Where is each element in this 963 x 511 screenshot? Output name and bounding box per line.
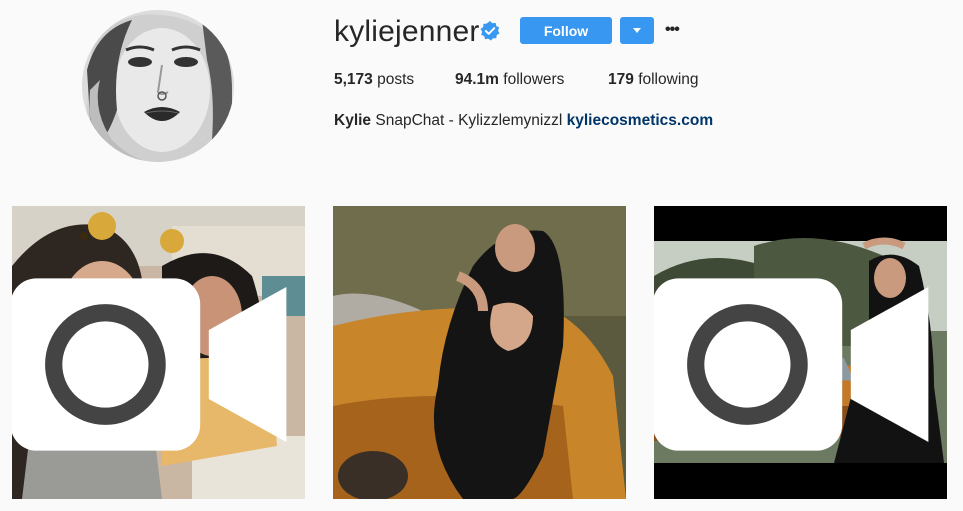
posts-number: 5,173 xyxy=(334,71,373,88)
followers-link[interactable]: 94.1m followers xyxy=(455,70,564,90)
post-thumbnail-1[interactable] xyxy=(12,206,305,499)
post-thumbnail-2[interactable] xyxy=(333,206,626,499)
posts-count: 5,173 posts xyxy=(334,70,414,90)
more-options-icon[interactable]: ••• xyxy=(665,21,683,39)
video-icon xyxy=(654,278,929,451)
following-number: 179 xyxy=(608,71,634,88)
posts-label: posts xyxy=(377,71,415,88)
profile-avatar[interactable] xyxy=(82,10,234,162)
suggestions-dropdown-button[interactable] xyxy=(620,17,654,44)
post-image-2 xyxy=(333,206,626,499)
caret-down-icon xyxy=(633,28,641,33)
bio-text: SnapChat - Kylizzlemynizzl xyxy=(375,112,563,129)
following-label: following xyxy=(638,71,699,88)
video-icon xyxy=(12,278,287,451)
post-thumbnail-3[interactable] xyxy=(654,206,947,499)
followers-label: followers xyxy=(503,71,565,88)
profile-page: kyliejenner Follow ••• 5,173 posts 94.1m… xyxy=(0,0,963,511)
bio-full-name: Kylie xyxy=(334,112,372,129)
verified-badge-icon xyxy=(480,21,500,41)
profile-bio: Kylie SnapChat - Kylizzlemynizzl kylieco… xyxy=(334,111,713,131)
followers-number: 94.1m xyxy=(455,71,499,88)
profile-username: kyliejenner xyxy=(334,15,480,48)
bio-website-link[interactable]: kyliecosmetics.com xyxy=(567,112,713,129)
following-link[interactable]: 179 following xyxy=(608,70,699,90)
follow-button[interactable]: Follow xyxy=(520,17,612,44)
avatar-image xyxy=(82,10,234,162)
